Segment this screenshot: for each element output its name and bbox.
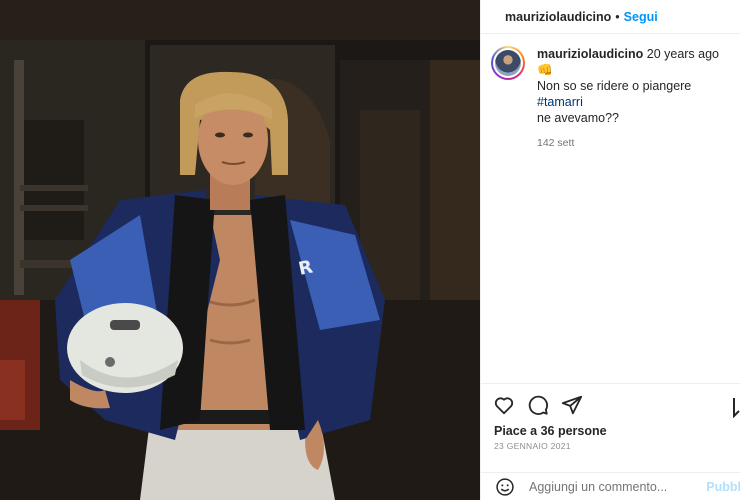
share-icon[interactable] xyxy=(561,394,583,416)
heart-icon[interactable] xyxy=(493,394,515,416)
avatar-border xyxy=(493,48,523,78)
caption-body: mauriziolaudicino 20 years ago 👊 Non so … xyxy=(537,46,736,151)
comment-icon[interactable] xyxy=(527,394,549,416)
bookmark-icon[interactable] xyxy=(733,396,740,419)
emoji-icon[interactable] xyxy=(495,477,515,497)
caption-text-2: Non so se ridere o piangere xyxy=(537,79,692,93)
post-comment-button[interactable]: Pubbl xyxy=(706,480,740,494)
caption-username[interactable]: mauriziolaudicino xyxy=(537,47,643,61)
caption-line-1: mauriziolaudicino 20 years ago 👊 xyxy=(537,46,736,78)
follow-button[interactable]: Segui xyxy=(624,10,658,24)
post-header: mauriziolaudicino • Segui xyxy=(481,0,740,34)
avatar[interactable] xyxy=(491,46,525,80)
comment-input[interactable] xyxy=(529,479,697,494)
caption-line-3: ne avevamo?? xyxy=(537,111,620,125)
post-username[interactable]: mauriziolaudicino xyxy=(505,10,611,24)
caption-line-2: Non so se ridere o piangere #tamarri xyxy=(537,78,736,110)
photo-illustration: R xyxy=(0,0,480,500)
caption-time: 142 sett xyxy=(537,137,575,149)
comment-bar: Pubbl xyxy=(481,472,740,500)
post-side-panel: mauriziolaudicino • Segui mauriziolaudic… xyxy=(480,0,740,500)
likes-count[interactable]: Piace a 36 persone xyxy=(494,424,607,438)
post-caption: mauriziolaudicino 20 years ago 👊 Non so … xyxy=(491,46,736,151)
post-date: 23 GENNAIO 2021 xyxy=(494,441,571,451)
avatar-image xyxy=(495,50,521,76)
post-photo[interactable]: R xyxy=(0,0,480,500)
action-icons xyxy=(493,394,583,416)
separator-dot: • xyxy=(615,9,620,24)
caption-hashtag[interactable]: #tamarri xyxy=(537,95,583,109)
